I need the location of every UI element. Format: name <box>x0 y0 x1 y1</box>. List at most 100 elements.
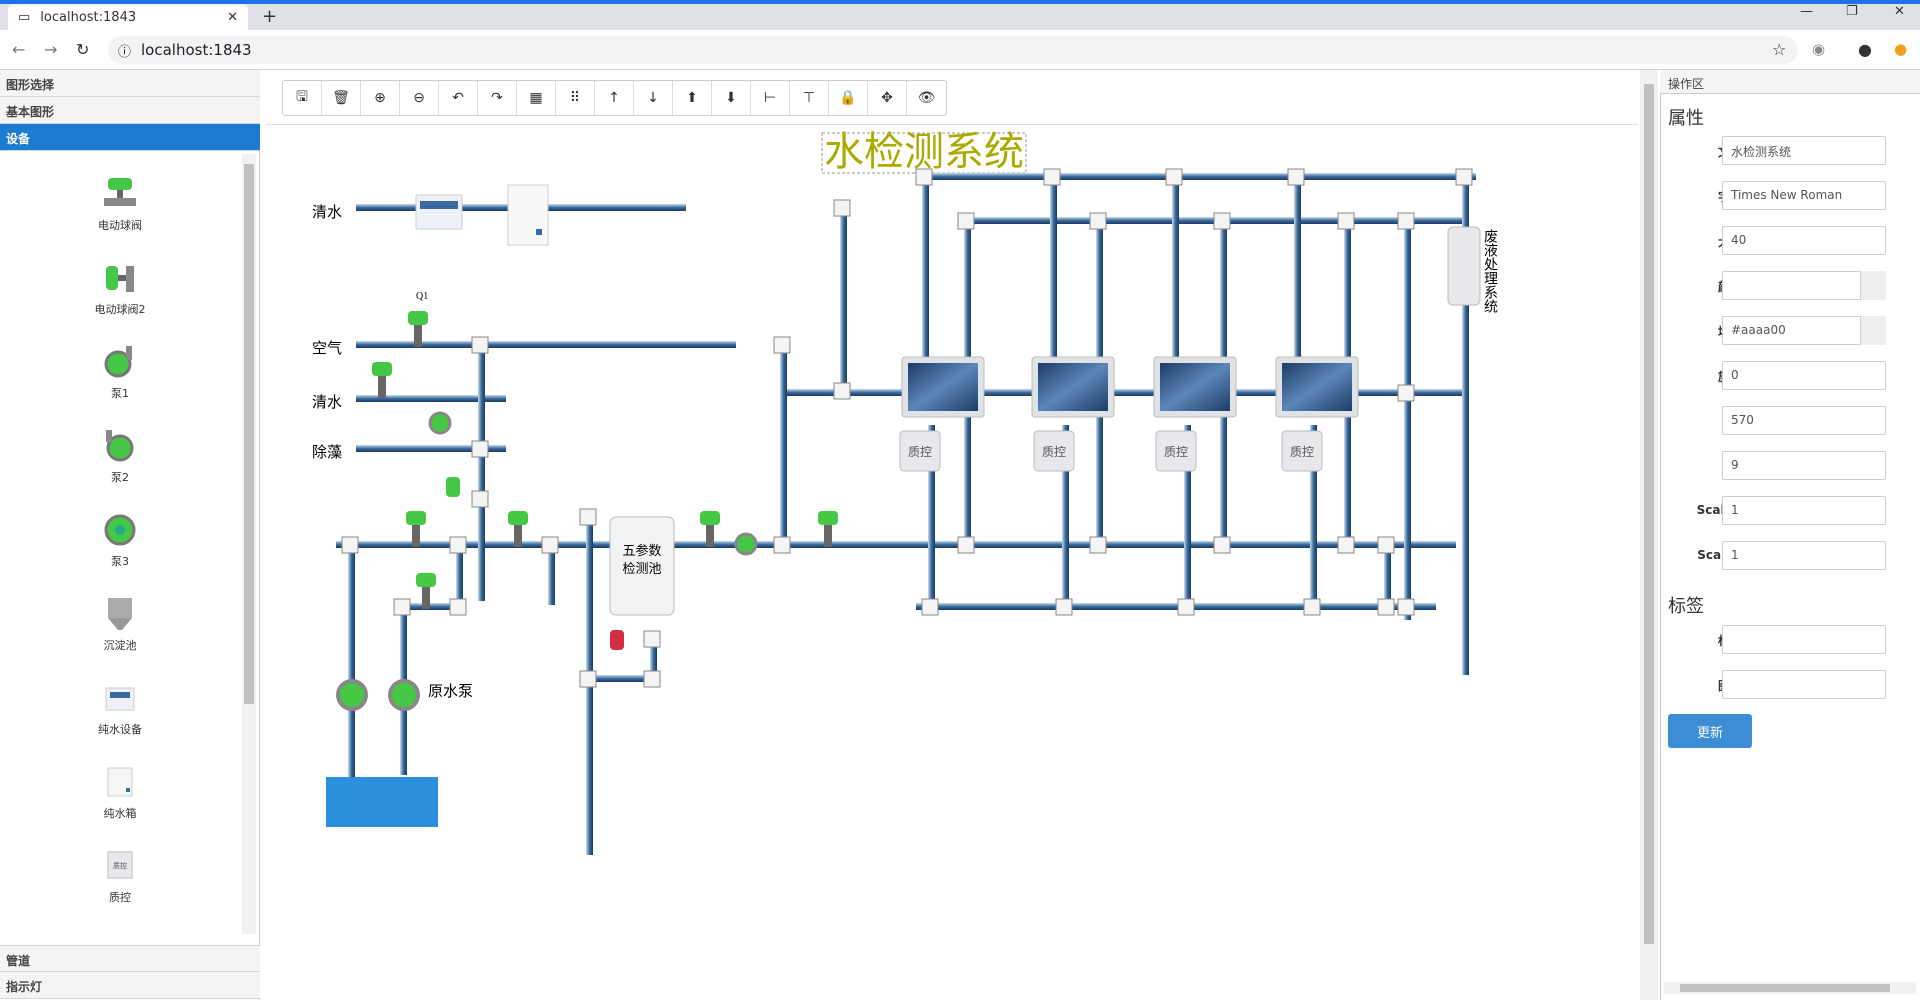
close-icon[interactable]: ✕ <box>227 10 238 25</box>
delete-icon[interactable]: 🗑 <box>322 81 361 115</box>
account-icon[interactable]: ● <box>1858 40 1872 59</box>
device-item-pump-1[interactable]: 泵1 <box>60 344 180 401</box>
browser-tab[interactable]: ▭ localhost:1843 ✕ <box>8 4 248 30</box>
scalex-input[interactable]: 1 <box>1722 496 1886 525</box>
label-waste-treatment: 废液处理系统 <box>1482 229 1498 314</box>
text-input[interactable]: 水检测系统 <box>1722 136 1886 165</box>
address-bar[interactable]: ⓘ localhost:1843 <box>108 36 1798 64</box>
device-item-pure-water-device[interactable]: 纯水设备 <box>60 680 180 737</box>
right-panel-scrollbar[interactable] <box>1664 982 1916 994</box>
five-param-label-1: 五参数 <box>622 543 661 559</box>
forward-icon[interactable]: → <box>44 40 57 59</box>
attributes-heading: 属性 <box>1668 108 1704 129</box>
lock-icon[interactable]: 🔒 <box>829 81 868 115</box>
shape-panel: 图形选择 基本图形 设备 电动球阀 电动球阀2 泵1 泵2 泵3 沉淀池 纯水设… <box>0 70 260 1000</box>
device-label: 电动球阀2 <box>94 303 146 316</box>
operation-panel-header: 操作区 <box>1660 70 1920 94</box>
tag-input[interactable] <box>1722 625 1886 654</box>
zoom-out-icon[interactable]: ⊖ <box>400 81 439 115</box>
device-list-scrollbar[interactable] <box>242 154 256 934</box>
back-icon[interactable]: ← <box>12 40 25 59</box>
editor-toolbar: 🖫 🗑 ⊕ ⊖ ↶ ↷ ▦ ⠿ ↑ ↓ ⬆ ⬇ ⊢ ⊤ 🔒 ✥ 👁 <box>282 80 947 116</box>
rotate-input[interactable]: 0 <box>1722 361 1886 390</box>
valve-icon <box>106 266 134 292</box>
quality-control-icon: 质控 <box>107 851 133 879</box>
scaley-input[interactable]: 1 <box>1722 541 1886 570</box>
pure-water-device-icon <box>105 687 135 711</box>
fill-picker-button[interactable] <box>1860 316 1886 345</box>
qc-label: 质控 <box>1290 445 1314 459</box>
send-down-icon[interactable]: ↓ <box>634 81 673 115</box>
section-indicators[interactable]: 指示灯 <box>0 972 260 999</box>
url-text: localhost:1843 <box>141 41 252 59</box>
bring-to-front-icon[interactable]: ⬆ <box>673 81 712 115</box>
waste-treatment-unit <box>1447 226 1481 306</box>
minimize-icon[interactable]: — <box>1800 4 1813 19</box>
drawing-canvas[interactable]: 水检测系统 清水 空气 清水 除藻 Q1 原水泵 五参数 检测池 质控 质控 质… <box>266 124 1638 1000</box>
water-tank-icon <box>107 767 133 797</box>
y-input[interactable]: 9 <box>1722 451 1886 480</box>
device-label: 泵3 <box>111 555 129 568</box>
device-label: 质控 <box>109 891 131 904</box>
align-top-icon[interactable]: ⊤ <box>790 81 829 115</box>
zoom-in-icon[interactable]: ⊕ <box>361 81 400 115</box>
section-shape-select[interactable]: 图形选择 <box>0 70 260 97</box>
section-pipes[interactable]: 管道 <box>0 945 260 972</box>
section-devices[interactable]: 设备 <box>0 124 260 151</box>
preview-eye-icon[interactable]: 👁 <box>907 81 946 115</box>
window-close-icon[interactable]: ✕ <box>1894 4 1905 19</box>
canvas-scrollbar[interactable] <box>1640 70 1658 1000</box>
redo-icon[interactable]: ↷ <box>478 81 517 115</box>
device-item-pure-water-tank[interactable]: 纯水箱 <box>60 764 180 821</box>
raw-water-reservoir <box>326 777 438 827</box>
pump-icon <box>106 430 134 462</box>
info-icon: ⓘ <box>118 44 132 60</box>
move-icon[interactable]: ✥ <box>868 81 907 115</box>
analyzer-screens <box>901 356 1359 418</box>
label-raw-water-pump: 原水泵 <box>428 682 473 700</box>
pump-icon <box>104 346 132 378</box>
undo-icon[interactable]: ↶ <box>439 81 478 115</box>
restore-icon[interactable]: ❐ <box>1846 4 1858 19</box>
qc-label: 质控 <box>1042 445 1066 459</box>
device-label: 沉淀池 <box>103 639 137 652</box>
section-basic-shapes[interactable]: 基本图形 <box>0 97 260 124</box>
device-item-electric-valve[interactable]: 电动球阀 <box>60 176 180 233</box>
label-algae-removal: 除藻 <box>312 443 342 461</box>
reload-icon[interactable]: ↻ <box>76 40 89 59</box>
pump-icon <box>104 514 136 546</box>
device-item-pump-3[interactable]: 泵3 <box>60 512 180 569</box>
font-input[interactable]: Times New Roman <box>1722 181 1886 210</box>
electric-valves <box>372 311 838 650</box>
tab-strip <box>0 4 1920 30</box>
device-item-sediment-tank[interactable]: 沉淀池 <box>60 596 180 653</box>
label-clean-water-2: 清水 <box>312 393 342 411</box>
x-input[interactable]: 570 <box>1722 406 1886 435</box>
new-tab-icon[interactable]: + <box>262 6 277 27</box>
align-left-icon[interactable]: ⊢ <box>751 81 790 115</box>
device-item-pump-2[interactable]: 泵2 <box>60 428 180 485</box>
label-clean-water: 清水 <box>312 203 342 221</box>
send-to-back-icon[interactable]: ⬇ <box>712 81 751 115</box>
save-icon[interactable]: 🖫 <box>283 81 322 115</box>
menu-icon[interactable]: ● <box>1894 40 1907 58</box>
group-icon[interactable]: ▦ <box>517 81 556 115</box>
device-item-quality-control[interactable]: 质控 质控 <box>60 848 180 905</box>
size-input[interactable]: 40 <box>1722 226 1886 255</box>
ungroup-icon[interactable]: ⠿ <box>556 81 595 115</box>
device-label: 泵1 <box>111 387 129 400</box>
color-picker-button[interactable] <box>1860 271 1886 300</box>
image-input[interactable] <box>1722 670 1886 699</box>
device-item-electric-valve-2[interactable]: 电动球阀2 <box>60 260 180 317</box>
pure-water-tank <box>507 184 549 246</box>
extension-icon[interactable]: ◉ <box>1812 40 1825 58</box>
pure-water-device <box>415 194 463 230</box>
device-label: 纯水箱 <box>103 807 137 820</box>
five-param-label-2: 检测池 <box>622 562 661 577</box>
tab-title: localhost:1843 <box>40 9 137 25</box>
tank-icon <box>108 598 132 630</box>
star-icon[interactable]: ☆ <box>1772 40 1786 59</box>
update-button[interactable]: 更新 <box>1668 714 1752 748</box>
tags-heading: 标签 <box>1668 596 1704 617</box>
bring-up-icon[interactable]: ↑ <box>595 81 634 115</box>
